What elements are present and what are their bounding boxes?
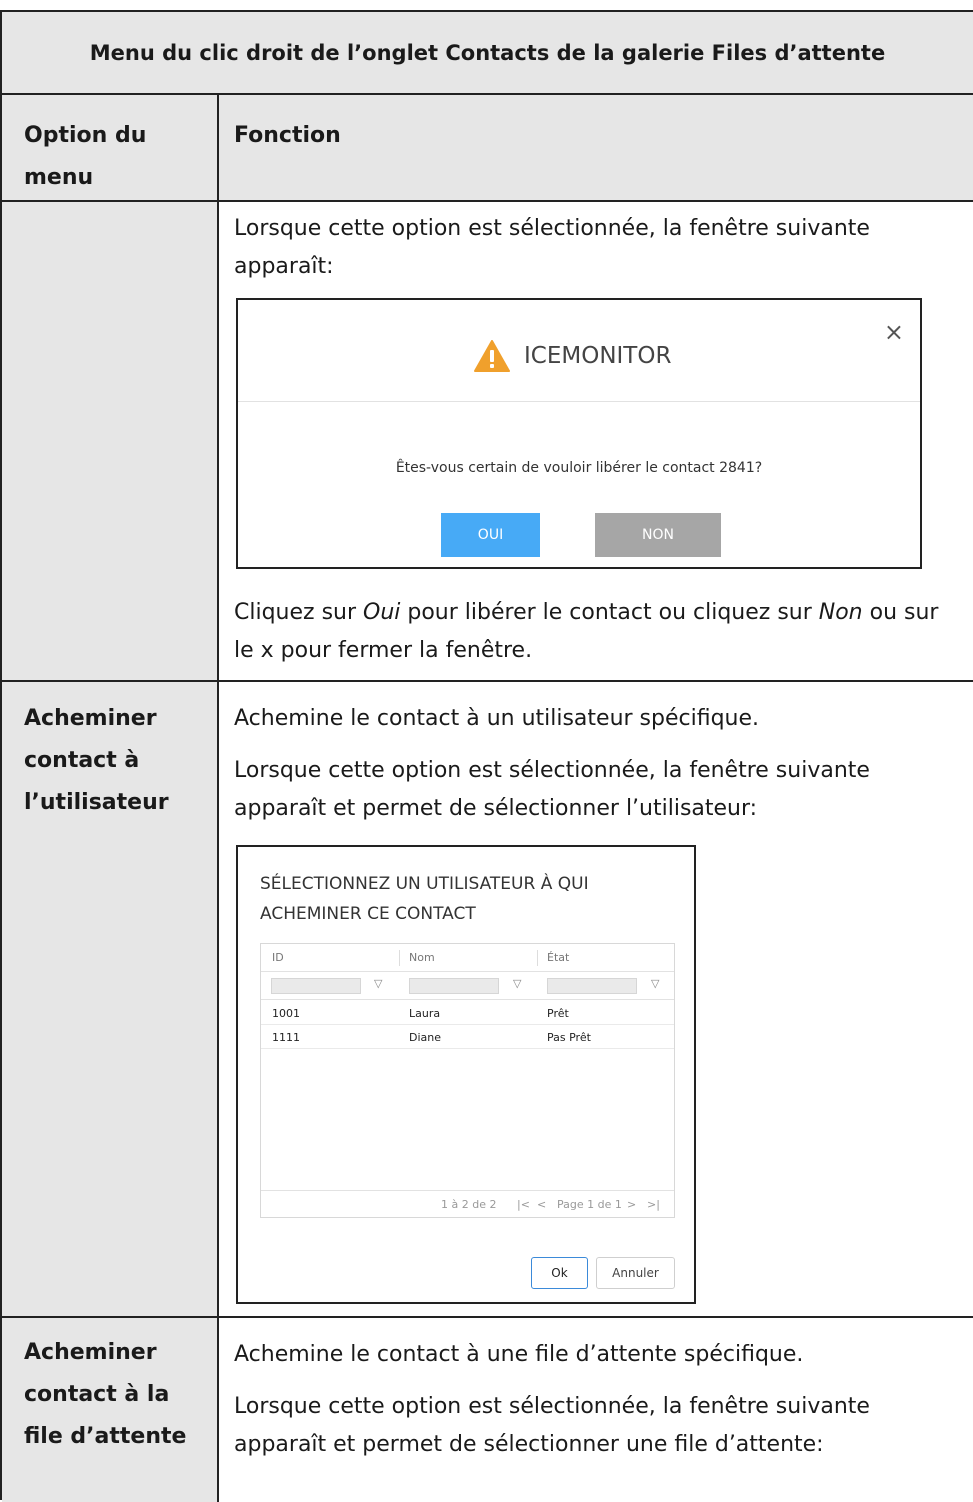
- row3-function-cell: Achemine le contact à une file d’attente…: [219, 1318, 973, 1502]
- header-option: Option du menu: [24, 123, 147, 190]
- row1-after-text: Cliquez sur Oui pour libérer le contact …: [234, 600, 939, 663]
- last-page-icon[interactable]: >|: [647, 1198, 660, 1211]
- filter-nom-input[interactable]: [409, 978, 499, 994]
- oui-emphasis: Oui: [363, 600, 401, 625]
- row1-intro: Lorsque cette option est sélectionnée, l…: [234, 216, 870, 279]
- col-etat[interactable]: État: [547, 951, 569, 964]
- annuler-button[interactable]: Annuler: [596, 1257, 675, 1289]
- pager-range: 1 à 2 de 2: [441, 1198, 497, 1211]
- header-row: Option du menu Fonction: [2, 95, 973, 202]
- select-user-dialog: SÉLECTIONNEZ UN UTILISATEUR À QUI ACHEMI…: [236, 845, 696, 1304]
- row2-option: Acheminer contact à l’utilisateur: [24, 706, 169, 815]
- filter-etat-input[interactable]: [547, 978, 637, 994]
- filter-icon[interactable]: ▽: [374, 977, 382, 990]
- col-id[interactable]: ID: [272, 951, 284, 964]
- select-user-dialog-title: SÉLECTIONNEZ UN UTILISATEUR À QUI ACHEMI…: [260, 874, 589, 924]
- confirm-dialog-message: Êtes-vous certain de vouloir libérer le …: [395, 460, 763, 476]
- user-grid: ID Nom État ▽ ▽ ▽ 1001 Laura Prêt 1111 D…: [260, 943, 675, 1218]
- confirm-dialog-title: ICEMONITOR: [474, 340, 671, 372]
- row2-function-cell: Achemine le contact à un utilisateur spé…: [219, 682, 973, 1318]
- confirm-dialog: ICEMONITOR × Êtes-vous certain de vouloi…: [236, 298, 922, 569]
- row2-line2: Lorsque cette option est sélectionnée, l…: [234, 758, 870, 821]
- table-row[interactable]: 1001 Laura Prêt: [261, 1001, 674, 1025]
- row3-option-cell: Acheminer contact à la file d’attente: [2, 1318, 219, 1502]
- grid-header: ID Nom État: [261, 944, 674, 972]
- filter-id-input[interactable]: [271, 978, 361, 994]
- menu-table: Menu du clic droit de l’onglet Contacts …: [0, 10, 973, 1502]
- col-nom[interactable]: Nom: [409, 951, 435, 964]
- non-emphasis: Non: [818, 600, 863, 625]
- filter-icon[interactable]: ▽: [651, 977, 659, 990]
- table-title: Menu du clic droit de l’onglet Contacts …: [2, 12, 973, 95]
- row2-option-cell: Acheminer contact à l’utilisateur: [2, 682, 219, 1318]
- prev-page-icon[interactable]: <: [537, 1198, 546, 1211]
- close-icon[interactable]: ×: [884, 318, 904, 346]
- row3-line2: Lorsque cette option est sélectionnée, l…: [234, 1394, 870, 1457]
- row3-option: Acheminer contact à la file d’attente: [24, 1340, 187, 1449]
- header-function: Fonction: [234, 123, 341, 148]
- filter-icon[interactable]: ▽: [513, 977, 521, 990]
- table-row[interactable]: 1111 Diane Pas Prêt: [261, 1025, 674, 1049]
- oui-button[interactable]: OUI: [441, 513, 540, 557]
- grid-filter-row: ▽ ▽ ▽: [261, 972, 674, 1000]
- row3-line1: Achemine le contact à une file d’attente…: [234, 1342, 804, 1367]
- grid-pager: 1 à 2 de 2 |< < Page 1 de 1 > >|: [261, 1190, 674, 1218]
- confirm-dialog-title-text: ICEMONITOR: [524, 343, 672, 369]
- non-button[interactable]: NON: [595, 513, 721, 557]
- warning-icon: [474, 340, 510, 372]
- header-option-cell: Option du menu: [2, 95, 219, 200]
- first-page-icon[interactable]: |<: [517, 1198, 530, 1211]
- row2-line1: Achemine le contact à un utilisateur spé…: [234, 706, 760, 731]
- next-page-icon[interactable]: >: [627, 1198, 636, 1211]
- row1-function-cell: Lorsque cette option est sélectionnée, l…: [219, 202, 973, 682]
- ok-button[interactable]: Ok: [531, 1257, 588, 1289]
- pager-page: Page 1 de 1: [557, 1198, 622, 1211]
- row1-option-cell: [2, 202, 219, 682]
- confirm-dialog-header: ICEMONITOR ×: [238, 300, 920, 402]
